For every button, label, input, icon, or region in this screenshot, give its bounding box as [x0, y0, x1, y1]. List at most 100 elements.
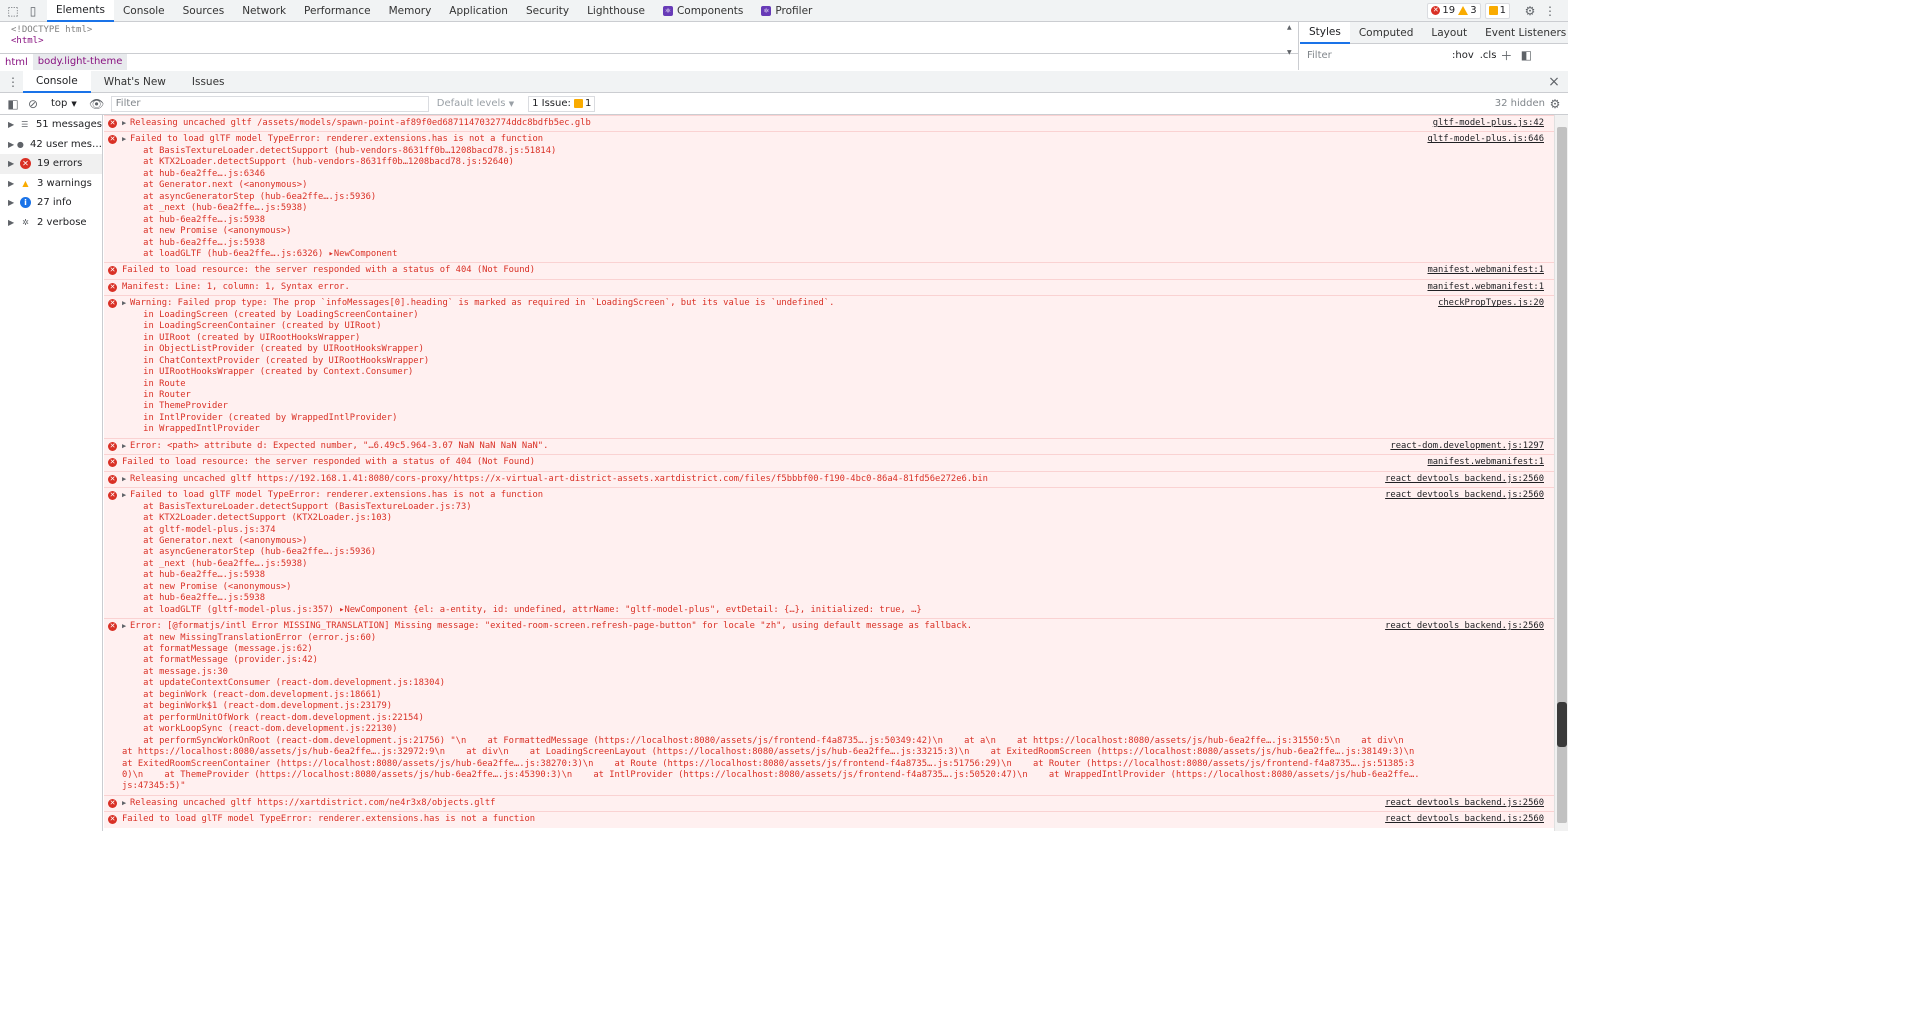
close-icon[interactable]: ×: [1544, 72, 1564, 92]
expand-caret-icon[interactable]: ▶: [8, 120, 18, 129]
expand-caret-icon[interactable]: ▶: [8, 159, 18, 168]
console-error-message[interactable]: ✕ manifest.webmanifest:1 Failed to load re…: [104, 262, 1554, 279]
console-error-message[interactable]: ✕ react_devtools_backend.js:2560 Failed to…: [104, 811, 1554, 828]
stack-frame: at asyncGeneratorStep (hub-6ea2ffe….js:5…: [122, 547, 377, 558]
drawer-tab-console[interactable]: Console: [23, 70, 91, 93]
styles-tab-event-listeners[interactable]: Event Listeners: [1476, 22, 1575, 44]
inspect-element-icon[interactable]: ⬚: [3, 1, 23, 21]
stack-frame: at loadGLTF (gltf-model-plus.js:357) ▸Ne…: [122, 604, 922, 615]
expand-triangle-icon[interactable]: ▶: [122, 134, 130, 145]
console-settings-gear-icon[interactable]: ⚙: [1545, 94, 1565, 114]
drawer-tab-what-s-new[interactable]: What's New: [91, 71, 179, 93]
expand-caret-icon[interactable]: ▶: [8, 218, 18, 227]
stack-frame: in LoadingScreen (created by LoadingScre…: [122, 309, 419, 320]
issues-count-badge[interactable]: 1: [1484, 2, 1510, 19]
tab-sources[interactable]: Sources: [174, 0, 234, 22]
cls-toggle[interactable]: .cls: [1480, 50, 1497, 61]
kebab-menu-icon[interactable]: ⋮: [1540, 1, 1560, 21]
source-link[interactable]: react_devtools_backend.js:2560: [1385, 474, 1544, 485]
gear-icon[interactable]: ⚙: [1520, 1, 1540, 21]
source-link[interactable]: manifest.webmanifest:1: [1427, 457, 1544, 468]
source-link[interactable]: gltf-model-plus.js:646: [1427, 134, 1544, 145]
sidebar-toggle-icon[interactable]: ◧: [3, 94, 23, 114]
source-link[interactable]: react_devtools_backend.js:2560: [1385, 798, 1544, 809]
drawer-tab-issues[interactable]: Issues: [179, 71, 238, 93]
sidebar-item-list[interactable]: ▶ ☰ 51 messages: [0, 115, 102, 135]
tab-performance[interactable]: Performance: [295, 0, 380, 22]
stack-frame: at updateContextConsumer (react-dom.deve…: [122, 678, 446, 689]
console-error-message[interactable]: ✕ manifest.webmanifest:1 Failed to load re…: [104, 454, 1554, 471]
source-link[interactable]: react_devtools_backend.js:2560: [1385, 490, 1544, 501]
console-error-message[interactable]: ✕ manifest.webmanifest:1 Manifest: Line: 1…: [104, 278, 1554, 296]
sidebar-item-user[interactable]: ▶ ● 42 user mes…: [0, 135, 102, 155]
device-toolbar-icon[interactable]: ▯: [23, 1, 43, 21]
elements-dom-tree: <!DOCTYPE html> <html> html body.light-t…: [0, 22, 1299, 70]
source-link[interactable]: manifest.webmanifest:1: [1427, 265, 1544, 276]
console-error-message[interactable]: ✕ react-dom.development.js:1297 ▶ Error: <p…: [104, 437, 1554, 455]
styles-tab-computed[interactable]: Computed: [1350, 22, 1423, 44]
expand-triangle-icon[interactable]: ▶: [122, 798, 130, 809]
console-error-message[interactable]: ✕ react_devtools_backend.js:2560 ▶ Releasin…: [104, 470, 1554, 488]
tab-components[interactable]: ⚛ Components: [654, 0, 752, 22]
tab-network[interactable]: Network: [233, 0, 295, 22]
log-levels-dropdown[interactable]: Default levels ▼: [437, 98, 514, 109]
expand-triangle-icon[interactable]: ▶: [122, 474, 130, 485]
console-filter-input[interactable]: Filter: [110, 95, 429, 112]
source-link[interactable]: manifest.webmanifest:1: [1427, 282, 1544, 293]
source-link[interactable]: react_devtools_backend.js:2560: [1385, 621, 1544, 632]
error-icon: ✕: [108, 458, 117, 468]
sidebar-item-verbose[interactable]: ▶ ✲ 2 verbose: [0, 213, 102, 233]
styles-filter-input[interactable]: Filter: [1303, 47, 1448, 63]
styles-tab-layout[interactable]: Layout: [1422, 22, 1476, 44]
console-error-message[interactable]: ✕ checkPropTypes.js:20 ▶ Warning: Failed pr…: [104, 295, 1554, 438]
expand-triangle-icon[interactable]: ▶: [122, 441, 130, 452]
source-link[interactable]: react_devtools_backend.js:2560: [1385, 814, 1544, 825]
breadcrumb: html body.light-theme: [0, 53, 1298, 70]
expand-triangle-icon[interactable]: ▶: [122, 298, 130, 309]
react-icon: ⚛: [662, 5, 673, 16]
expand-caret-icon[interactable]: ▶: [8, 140, 15, 149]
source-link[interactable]: checkPropTypes.js:20: [1438, 298, 1544, 309]
console-error-message[interactable]: ✕ react_devtools_backend.js:2560 ▶ Failed t…: [104, 487, 1554, 619]
doctype-node[interactable]: <!DOCTYPE html>: [0, 22, 1298, 35]
console-messages: ✕ gltf-model-plus.js:42 ▶ Releasing uncache…: [104, 115, 1554, 831]
tab-elements[interactable]: Elements: [47, 0, 114, 22]
tab-application[interactable]: Application: [440, 0, 517, 22]
toggle-sidebar-icon[interactable]: ◧: [1516, 45, 1536, 65]
expand-caret-icon[interactable]: ▶: [8, 179, 18, 188]
breadcrumb-body[interactable]: body.light-theme: [32, 54, 128, 70]
drawer-menu-icon[interactable]: ⋮: [3, 72, 23, 92]
expand-triangle-icon[interactable]: ▶: [122, 490, 130, 501]
eye-icon[interactable]: 👁: [87, 94, 107, 114]
sidebar-item-info[interactable]: ▶ i 27 info: [0, 193, 102, 213]
context-selector[interactable]: top ▼: [51, 98, 77, 109]
tab-security[interactable]: Security: [517, 0, 578, 22]
console-error-message[interactable]: ✕ react_devtools_backend.js:2560 ▶ Error: […: [104, 618, 1554, 795]
tab-memory[interactable]: Memory: [380, 0, 441, 22]
tab-console[interactable]: Console: [114, 0, 174, 22]
console-error-message[interactable]: ✕ gltf-model-plus.js:42 ▶ Releasing uncache…: [104, 115, 1554, 132]
message-text: ▶ Error: <path> attribute d: Expected num…: [122, 440, 549, 452]
console-error-message[interactable]: ✕ gltf-model-plus.js:646 ▶ Failed to load g…: [104, 131, 1554, 263]
styles-tab-styles[interactable]: Styles: [1300, 21, 1350, 44]
issues-button[interactable]: 1 Issue: 1: [528, 95, 596, 112]
tab-lighthouse[interactable]: Lighthouse: [578, 0, 654, 22]
hov-toggle[interactable]: :hov: [1452, 50, 1474, 61]
source-link[interactable]: gltf-model-plus.js:42: [1433, 118, 1544, 129]
expand-triangle-icon[interactable]: ▶: [122, 621, 130, 632]
clear-console-icon[interactable]: ⊘: [23, 94, 43, 114]
breadcrumb-html[interactable]: html: [0, 57, 33, 68]
tab-profiler[interactable]: ⚛ Profiler: [752, 0, 821, 22]
console-error-message[interactable]: ✕ react_devtools_backend.js:2560 ▶ Releasin…: [104, 794, 1554, 812]
expand-caret-icon[interactable]: ▶: [8, 198, 18, 207]
html-node[interactable]: <html>: [0, 35, 1298, 46]
error-icon: ✕: [108, 135, 117, 145]
expand-triangle-icon[interactable]: ▶: [122, 118, 130, 129]
source-link[interactable]: react-dom.development.js:1297: [1390, 441, 1544, 452]
console-scrollbar[interactable]: [1554, 115, 1568, 831]
sidebar-item-warning[interactable]: ▶ ▲ 3 warnings: [0, 174, 102, 194]
elements-scrollbar[interactable]: ▲ ▼: [1287, 24, 1296, 64]
error-count-badge[interactable]: ✕ 19 3: [1427, 2, 1481, 19]
sidebar-item-error[interactable]: ▶ ✕ 19 errors: [0, 154, 102, 174]
plus-icon[interactable]: ＋: [1496, 45, 1516, 65]
